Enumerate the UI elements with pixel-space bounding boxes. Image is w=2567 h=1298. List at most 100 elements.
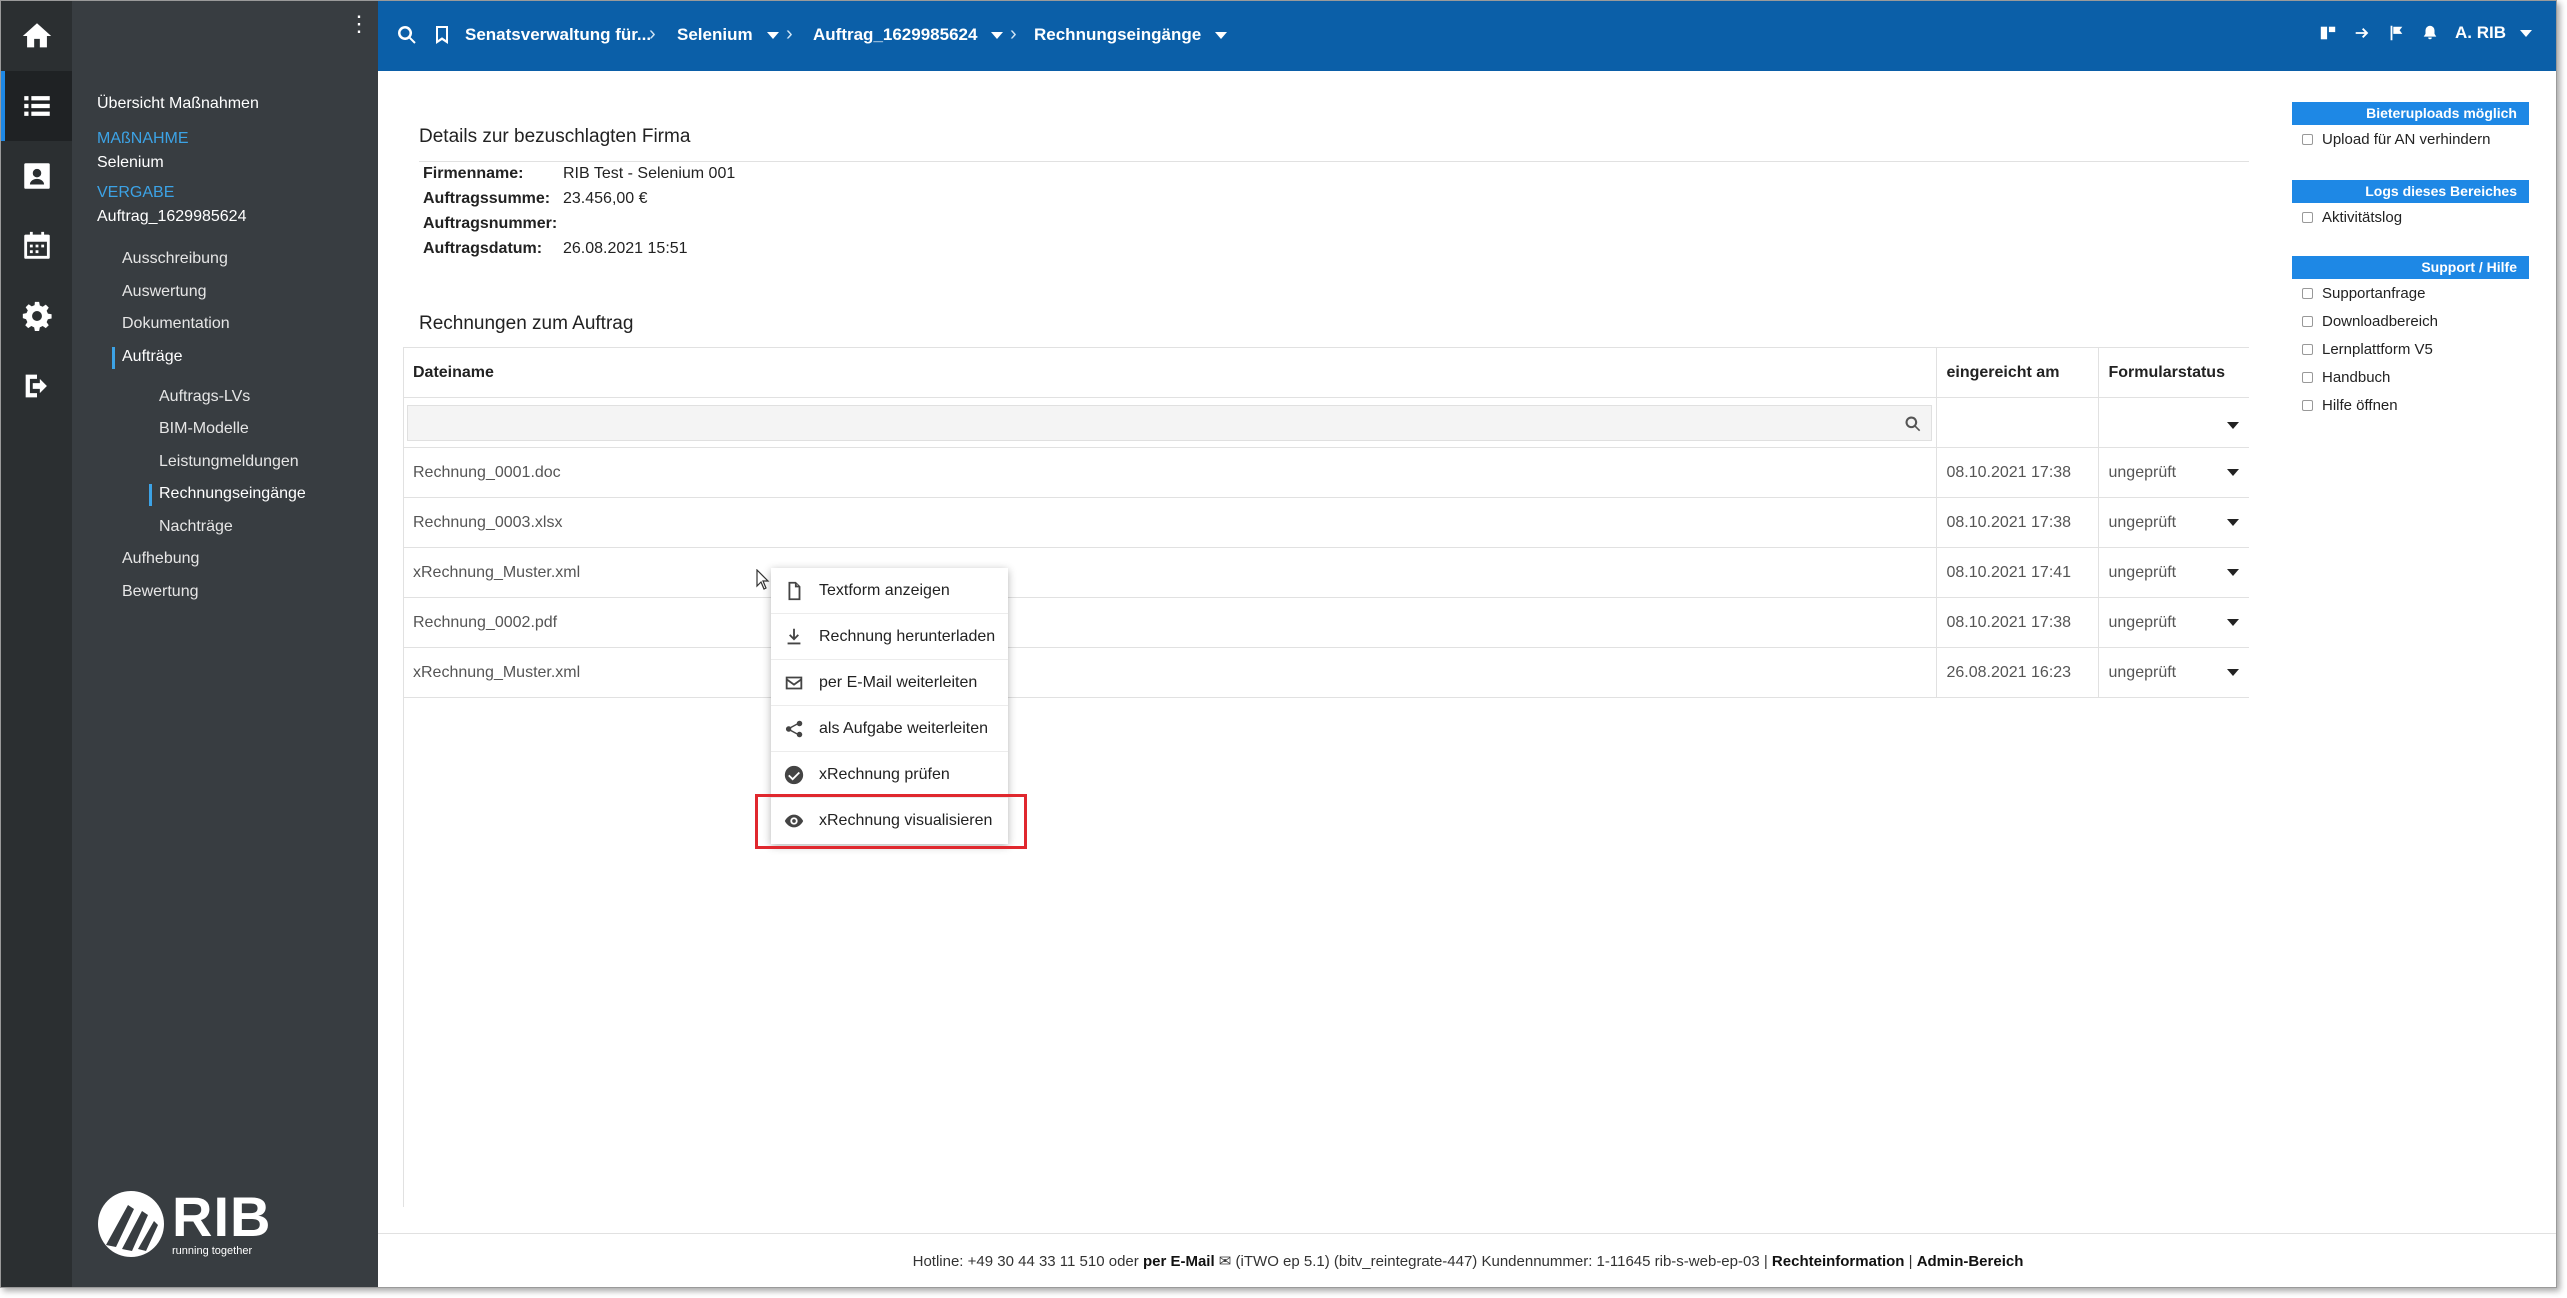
right-panel-bieteruploads: Bieteruploads möglich Upload für AN verh… — [2292, 102, 2529, 153]
detail-key: Auftragssumme: — [423, 190, 551, 207]
menu-item-label: als Aufgabe weiterleiten — [819, 719, 988, 737]
vergabe-value[interactable]: Auftrag_1629985624 — [97, 208, 246, 226]
row-menu-caret-icon[interactable] — [2227, 469, 2239, 476]
nav-item-auftraege[interactable]: Aufträge — [111, 347, 182, 369]
filename-filter-input[interactable] — [407, 404, 1932, 441]
panel-link-handbuch[interactable]: Handbuch — [2292, 363, 2529, 391]
menu-item-label: per E-Mail weiterleiten — [819, 673, 978, 691]
menu-item-xrechnung-pruefen[interactable]: xRechnung prüfen — [771, 752, 1008, 798]
file-name[interactable]: Rechnung_0002.pdf — [403, 597, 1936, 648]
nav-subitem-bim-modelle[interactable]: BIM-Modelle — [159, 420, 249, 438]
menu-item-rechnung-herunterladen[interactable]: Rechnung herunterladen — [771, 614, 1008, 660]
more-vertical-icon[interactable]: ⋮ — [348, 13, 370, 35]
form-status: ungeprüft — [2108, 663, 2177, 681]
menu-item-als-aufgabe-weiterleiten[interactable]: als Aufgabe weiterleiten — [771, 706, 1008, 752]
panel-header: Support / Hilfe — [2292, 256, 2529, 279]
list-icon — [23, 96, 50, 116]
chevron-down-icon — [1215, 31, 1228, 39]
panel-link-supportanfrage[interactable]: Supportanfrage — [2292, 279, 2529, 307]
footer-email-link[interactable]: per E-Mail — [1143, 1253, 1215, 1270]
nav-item-dokumentation[interactable]: Dokumentation — [122, 315, 230, 333]
massnahme-value[interactable]: Selenium — [97, 154, 164, 172]
table-row[interactable]: Rechnung_0001.doc 08.10.2021 17:38 ungep… — [403, 447, 2249, 498]
nav-item-aufhebung[interactable]: Aufhebung — [122, 550, 199, 568]
panel-link-hilfe-oeffnen[interactable]: Hilfe öffnen — [2292, 391, 2529, 419]
row-menu-caret-icon[interactable] — [2227, 619, 2239, 626]
date-filter-cell[interactable] — [1935, 397, 2098, 448]
row-menu-caret-icon[interactable] — [2227, 569, 2239, 576]
footer-admin-link[interactable]: Admin-Bereich — [1917, 1253, 2024, 1270]
divider — [419, 161, 2249, 162]
search-button[interactable] — [395, 23, 419, 47]
top-bar: Senatsverwaltung für... › Selenium › Auf… — [378, 1, 2556, 71]
nav-subitem-auftrags-lvs[interactable]: Auftrags-LVs — [159, 388, 250, 406]
bell-icon[interactable] — [2421, 23, 2439, 43]
chevron-down-icon — [2227, 422, 2239, 429]
filter-row — [403, 397, 2249, 448]
column-header-dateiname[interactable]: Dateiname — [403, 347, 1936, 398]
footer-legal-link[interactable]: Rechteinformation — [1772, 1253, 1905, 1270]
invoices-table: Dateiname eingereicht am Formularstatus … — [403, 347, 2249, 698]
panel-link-upload-verhindern[interactable]: Upload für AN verhindern — [2292, 125, 2529, 153]
list-button[interactable] — [1, 71, 72, 141]
check-circle-icon — [784, 765, 804, 784]
column-header-formularstatus[interactable]: Formularstatus — [2097, 347, 2249, 398]
logout-button[interactable] — [1, 351, 72, 421]
status-filter-select[interactable] — [2097, 397, 2249, 448]
detail-auftragssumme: Auftragssumme: 23.456,00 € — [423, 190, 648, 208]
row-menu-caret-icon[interactable] — [2227, 519, 2239, 526]
panel-link-lernplattform[interactable]: Lernplattform V5 — [2292, 335, 2529, 363]
settings-button[interactable] — [1, 281, 72, 351]
contacts-button[interactable] — [1, 141, 72, 211]
table-row[interactable]: Rechnung_0003.xlsx 08.10.2021 17:38 unge… — [403, 497, 2249, 548]
rib-logo-text: RIB — [172, 1185, 272, 1248]
breadcrumb-senatsverwaltung[interactable]: Senatsverwaltung für... — [465, 25, 651, 45]
vergabe-label: VERGABE — [97, 184, 175, 201]
breadcrumb-auftrag[interactable]: Auftrag_1629985624 — [813, 25, 1004, 45]
chevron-down-icon — [766, 31, 779, 39]
panel-link-downloadbereich[interactable]: Downloadbereich — [2292, 307, 2529, 335]
table-row[interactable]: xRechnung_Muster.xml 08.10.2021 17:41 un… — [403, 547, 2249, 598]
file-name[interactable]: Rechnung_0001.doc — [403, 447, 1936, 498]
flag-icon[interactable] — [2387, 23, 2405, 43]
table-row[interactable]: Rechnung_0002.pdf 08.10.2021 17:38 ungep… — [403, 597, 2249, 648]
breadcrumb-selenium[interactable]: Selenium — [677, 25, 779, 45]
calendar-button[interactable] — [1, 211, 72, 281]
gear-icon — [22, 301, 52, 332]
menu-item-textform-anzeigen[interactable]: Textform anzeigen — [771, 568, 1008, 614]
apps-icon[interactable] — [2319, 23, 2337, 43]
file-name[interactable]: xRechnung_Muster.xml — [403, 547, 1936, 598]
footer-hotline: Hotline: +49 30 44 33 11 510 oder — [912, 1253, 1139, 1270]
nav-item-ausschreibung[interactable]: Ausschreibung — [122, 250, 228, 268]
footer-separator: | — [1908, 1253, 1913, 1270]
nav-overview-link[interactable]: Übersicht Maßnahmen — [97, 95, 259, 113]
bookmark-button[interactable] — [430, 23, 454, 47]
nav-subitem-leistungmeldungen[interactable]: Leistungmeldungen — [159, 453, 299, 471]
file-name[interactable]: xRechnung_Muster.xml — [403, 647, 1936, 698]
panel-header: Bieteruploads möglich — [2292, 102, 2529, 125]
form-status: ungeprüft — [2108, 513, 2177, 531]
checkbox-icon — [2302, 399, 2313, 411]
row-menu-caret-icon[interactable] — [2227, 669, 2239, 676]
user-menu[interactable]: A. RIB — [2455, 23, 2532, 43]
massnahme-label: MAßNAHME — [97, 130, 189, 147]
file-name[interactable]: Rechnung_0003.xlsx — [403, 497, 1936, 548]
detail-value: 26.08.2021 15:51 — [563, 240, 688, 257]
column-header-eingereicht[interactable]: eingereicht am — [1935, 347, 2098, 398]
panel-link-aktivitaetslog[interactable]: Aktivitätslog — [2292, 203, 2529, 231]
logout-icon — [25, 374, 47, 398]
nav-subitem-nachtraege[interactable]: Nachträge — [159, 518, 233, 536]
menu-item-per-email-weiterleiten[interactable]: per E-Mail weiterleiten — [771, 660, 1008, 706]
right-panel-logs: Logs dieses Bereiches Aktivitätslog — [2292, 180, 2529, 231]
nav-subitem-rechnungseingaenge[interactable]: Rechnungseingänge — [149, 484, 306, 506]
home-button[interactable] — [1, 1, 72, 71]
nav-item-auswertung[interactable]: Auswertung — [122, 283, 207, 301]
contact-card-icon — [23, 163, 50, 189]
transfer-icon[interactable] — [2353, 23, 2371, 43]
breadcrumb-rechnungseingaenge[interactable]: Rechnungseingänge — [1034, 25, 1228, 45]
breadcrumb-label: Senatsverwaltung für... — [465, 25, 652, 44]
nav-item-bewertung[interactable]: Bewertung — [122, 583, 199, 601]
panel-link-label: Downloadbereich — [2322, 312, 2438, 330]
table-row[interactable]: xRechnung_Muster.xml 26.08.2021 16:23 un… — [403, 647, 2249, 698]
form-status: ungeprüft — [2108, 613, 2177, 631]
